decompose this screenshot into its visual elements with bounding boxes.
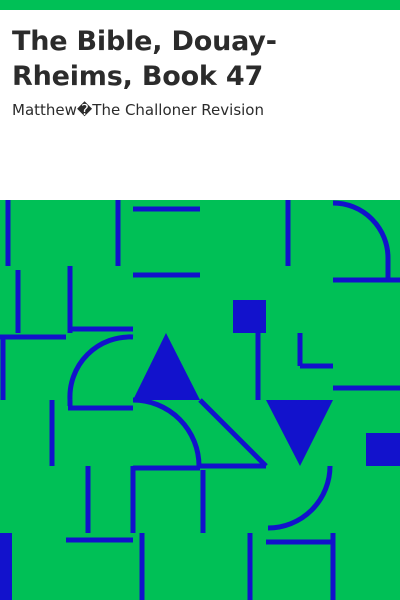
pattern-stub (0, 533, 12, 600)
book-subtitle: Matthew�The Challoner Revision (12, 101, 264, 119)
pattern-square (366, 433, 400, 466)
cover-art (0, 200, 400, 600)
pattern-square (233, 300, 266, 333)
book-title: The Bible, Douay-Rheims, Book 47 (12, 26, 277, 92)
top-accent-bar (0, 0, 400, 10)
